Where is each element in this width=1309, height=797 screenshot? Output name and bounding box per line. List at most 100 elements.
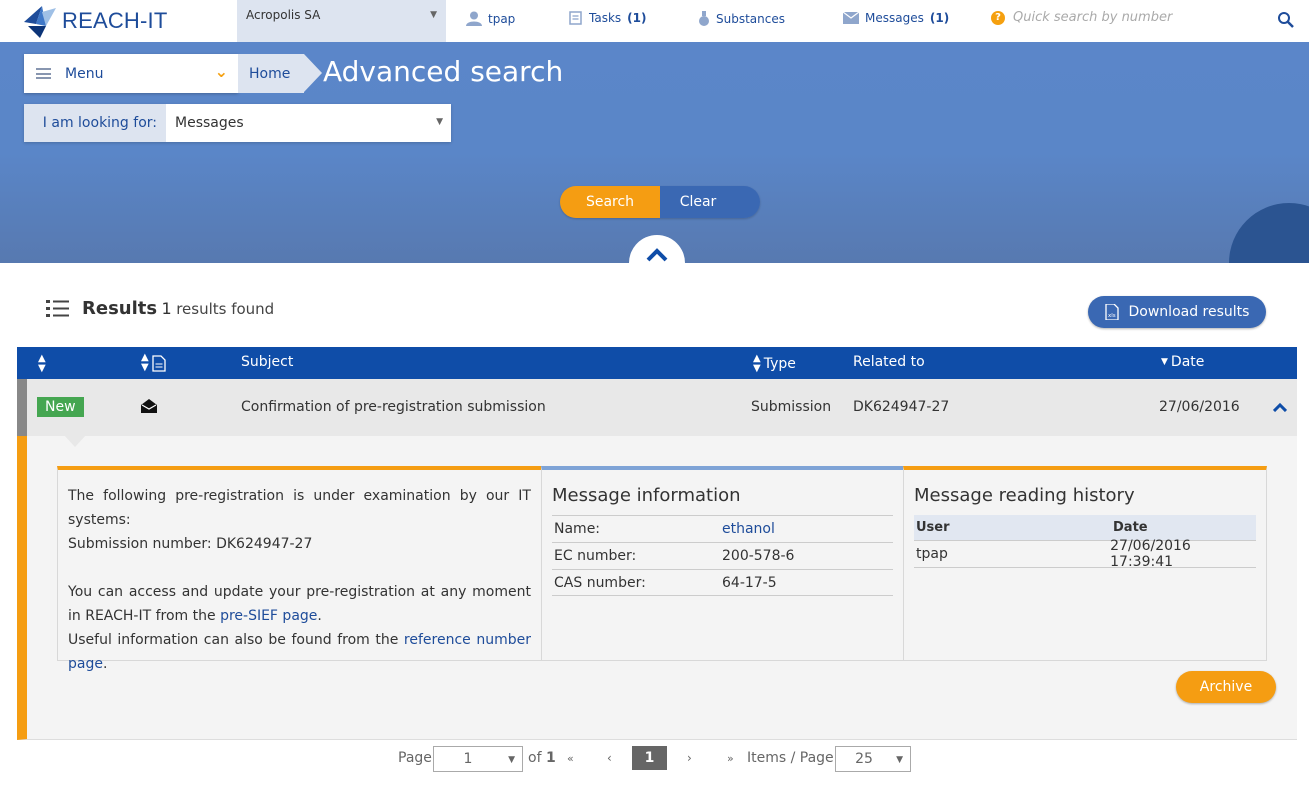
sort-attachment-column[interactable]: ▲ ▼: [141, 353, 166, 373]
looking-for-label: I am looking for:: [24, 104, 166, 142]
row-subject: Confirmation of pre-registration submiss…: [241, 399, 546, 415]
hamburger-icon: [36, 68, 51, 79]
row-related: DK624947-27: [853, 399, 950, 415]
download-results-label: Download results: [1128, 304, 1250, 320]
message-detail: The following pre-registration is under …: [17, 436, 1297, 740]
info-key: Name:: [554, 521, 601, 537]
page-title: Advanced search: [323, 55, 564, 88]
open-envelope-icon: [141, 399, 157, 413]
history-date: 27/06/2016 17:39:41: [1110, 538, 1191, 570]
messages-label: Messages: [865, 11, 924, 25]
row-pointer: [64, 435, 86, 447]
messages-count: (1): [929, 11, 950, 25]
subject-column-header[interactable]: Subject: [241, 354, 293, 370]
logo-icon: [24, 6, 56, 38]
current-page-button[interactable]: 1: [632, 746, 667, 770]
chevron-down-icon: ⌄: [214, 62, 228, 81]
substances-label: Substances: [716, 11, 785, 26]
items-per-page-select[interactable]: 25 ▼: [835, 746, 911, 772]
caret-down-icon: ▼: [436, 117, 443, 127]
history-row: tpap 27/06/2016 17:39:41: [914, 538, 1256, 570]
tasks-link[interactable]: Tasks (1): [569, 11, 646, 25]
help-icon[interactable]: ?: [991, 10, 1005, 25]
tasks-icon: [569, 11, 582, 25]
sort-desc-icon: ▼: [1161, 357, 1168, 367]
sort-icon: ▲ ▼: [141, 352, 149, 373]
sort-status-column[interactable]: ▲ ▼: [38, 354, 46, 374]
info-key: EC number:: [554, 548, 637, 564]
next-page-button[interactable]: ›: [687, 751, 692, 765]
type-column-header[interactable]: ▲ ▼ Type: [753, 354, 796, 374]
info-value: 200-578-6: [722, 548, 795, 564]
message-line: Submission number: DK624947-27: [68, 536, 313, 552]
archive-button[interactable]: Archive: [1176, 671, 1276, 703]
svg-text:xls: xls: [1108, 313, 1116, 319]
user-link[interactable]: tpap: [466, 11, 515, 26]
info-key: CAS number:: [554, 574, 646, 591]
search-button-group: Search Clear: [560, 186, 760, 218]
page-of-text: of 1: [528, 750, 556, 766]
company-selector[interactable]: Acropolis SA ▼: [237, 0, 446, 42]
message-information-panel: Message information Name: ethanol EC num…: [541, 466, 904, 661]
looking-for-select[interactable]: Messages ▼: [166, 104, 451, 142]
top-bar: REACH-IT Acropolis SA ▼ tpap Tasks (1) Su…: [0, 0, 1309, 42]
breadcrumb-home[interactable]: Home: [238, 54, 322, 93]
breadcrumb-home-label: Home: [249, 65, 291, 82]
substance-name-link[interactable]: ethanol: [722, 521, 775, 537]
user-name: tpap: [488, 11, 516, 26]
page-select[interactable]: 1 ▼: [433, 746, 523, 772]
items-per-page-value: 25: [855, 751, 873, 767]
results-title: Results 1 results found: [82, 298, 275, 319]
excel-file-icon: xls: [1104, 304, 1119, 320]
caret-down-icon: ▼: [896, 755, 903, 765]
menu-label: Menu: [65, 65, 104, 82]
quick-search-input[interactable]: [1013, 10, 1263, 25]
messages-link[interactable]: Messages (1): [843, 11, 949, 25]
search-banner: Menu ⌄ Home Advanced search I am looking…: [0, 42, 1309, 263]
related-column-header[interactable]: Related to: [853, 354, 925, 370]
envelope-icon: [843, 12, 859, 24]
quick-search: ?: [991, 10, 1263, 25]
company-name: Acropolis SA: [246, 8, 321, 22]
message-body: The following pre-registration is under …: [68, 484, 531, 676]
results-table-header: ▲ ▼ ▲ ▼ Subject ▲ ▼ Type Related to ▼ Date: [17, 347, 1297, 379]
first-page-button[interactable]: «: [567, 752, 574, 765]
reach-it-logo[interactable]: REACH-IT: [22, 2, 168, 40]
collapse-search-button[interactable]: [629, 235, 685, 263]
search-button[interactable]: Search: [560, 186, 660, 218]
type-column-label: Type: [763, 356, 796, 372]
reading-history-title: Message reading history: [914, 485, 1135, 506]
date-column-header[interactable]: ▼ Date: [1161, 354, 1204, 370]
items-per-page-label: Items / Page:: [747, 750, 839, 766]
caret-down-icon: ▼: [508, 755, 515, 765]
logo-text: REACH-IT: [62, 8, 168, 33]
results-found-text: results found: [176, 300, 275, 318]
menu-button[interactable]: Menu ⌄: [24, 54, 238, 93]
results-header: Results 1 results found: [46, 298, 274, 319]
flask-icon: [699, 11, 709, 26]
pre-sief-page-link[interactable]: pre-SIEF page: [220, 608, 317, 624]
clear-button[interactable]: Clear: [660, 186, 760, 218]
chevron-up-icon[interactable]: [1273, 402, 1287, 412]
user-icon: [466, 11, 482, 26]
message-information-title: Message information: [552, 485, 741, 506]
table-row[interactable]: New Confirmation of pre-registration sub…: [17, 379, 1297, 436]
sort-icon: ▲ ▼: [753, 353, 761, 374]
row-type: Submission: [751, 399, 832, 415]
sort-icon: ▲ ▼: [38, 353, 46, 374]
download-results-button[interactable]: xls Download results: [1088, 296, 1266, 328]
substances-link[interactable]: Substances: [698, 11, 785, 26]
looking-for-value: Messages: [175, 115, 244, 131]
info-value: 64-17-5: [722, 574, 777, 591]
decorative-swoosh: [1229, 203, 1309, 263]
search-icon[interactable]: [1277, 11, 1295, 29]
page-label: Page: [398, 750, 432, 766]
list-icon: [46, 299, 69, 317]
previous-page-button[interactable]: ‹: [607, 751, 612, 765]
page-select-value: 1: [463, 751, 473, 767]
message-line: The following pre-registration is under …: [68, 488, 531, 528]
message-paragraph: You can access and update your pre-regis…: [68, 584, 531, 624]
pagination: Page 1 ▼ of 1 « ‹ 1 › » Items / Page: 25…: [0, 746, 1309, 772]
last-page-button[interactable]: »: [727, 752, 734, 765]
history-user: tpap: [916, 546, 948, 562]
